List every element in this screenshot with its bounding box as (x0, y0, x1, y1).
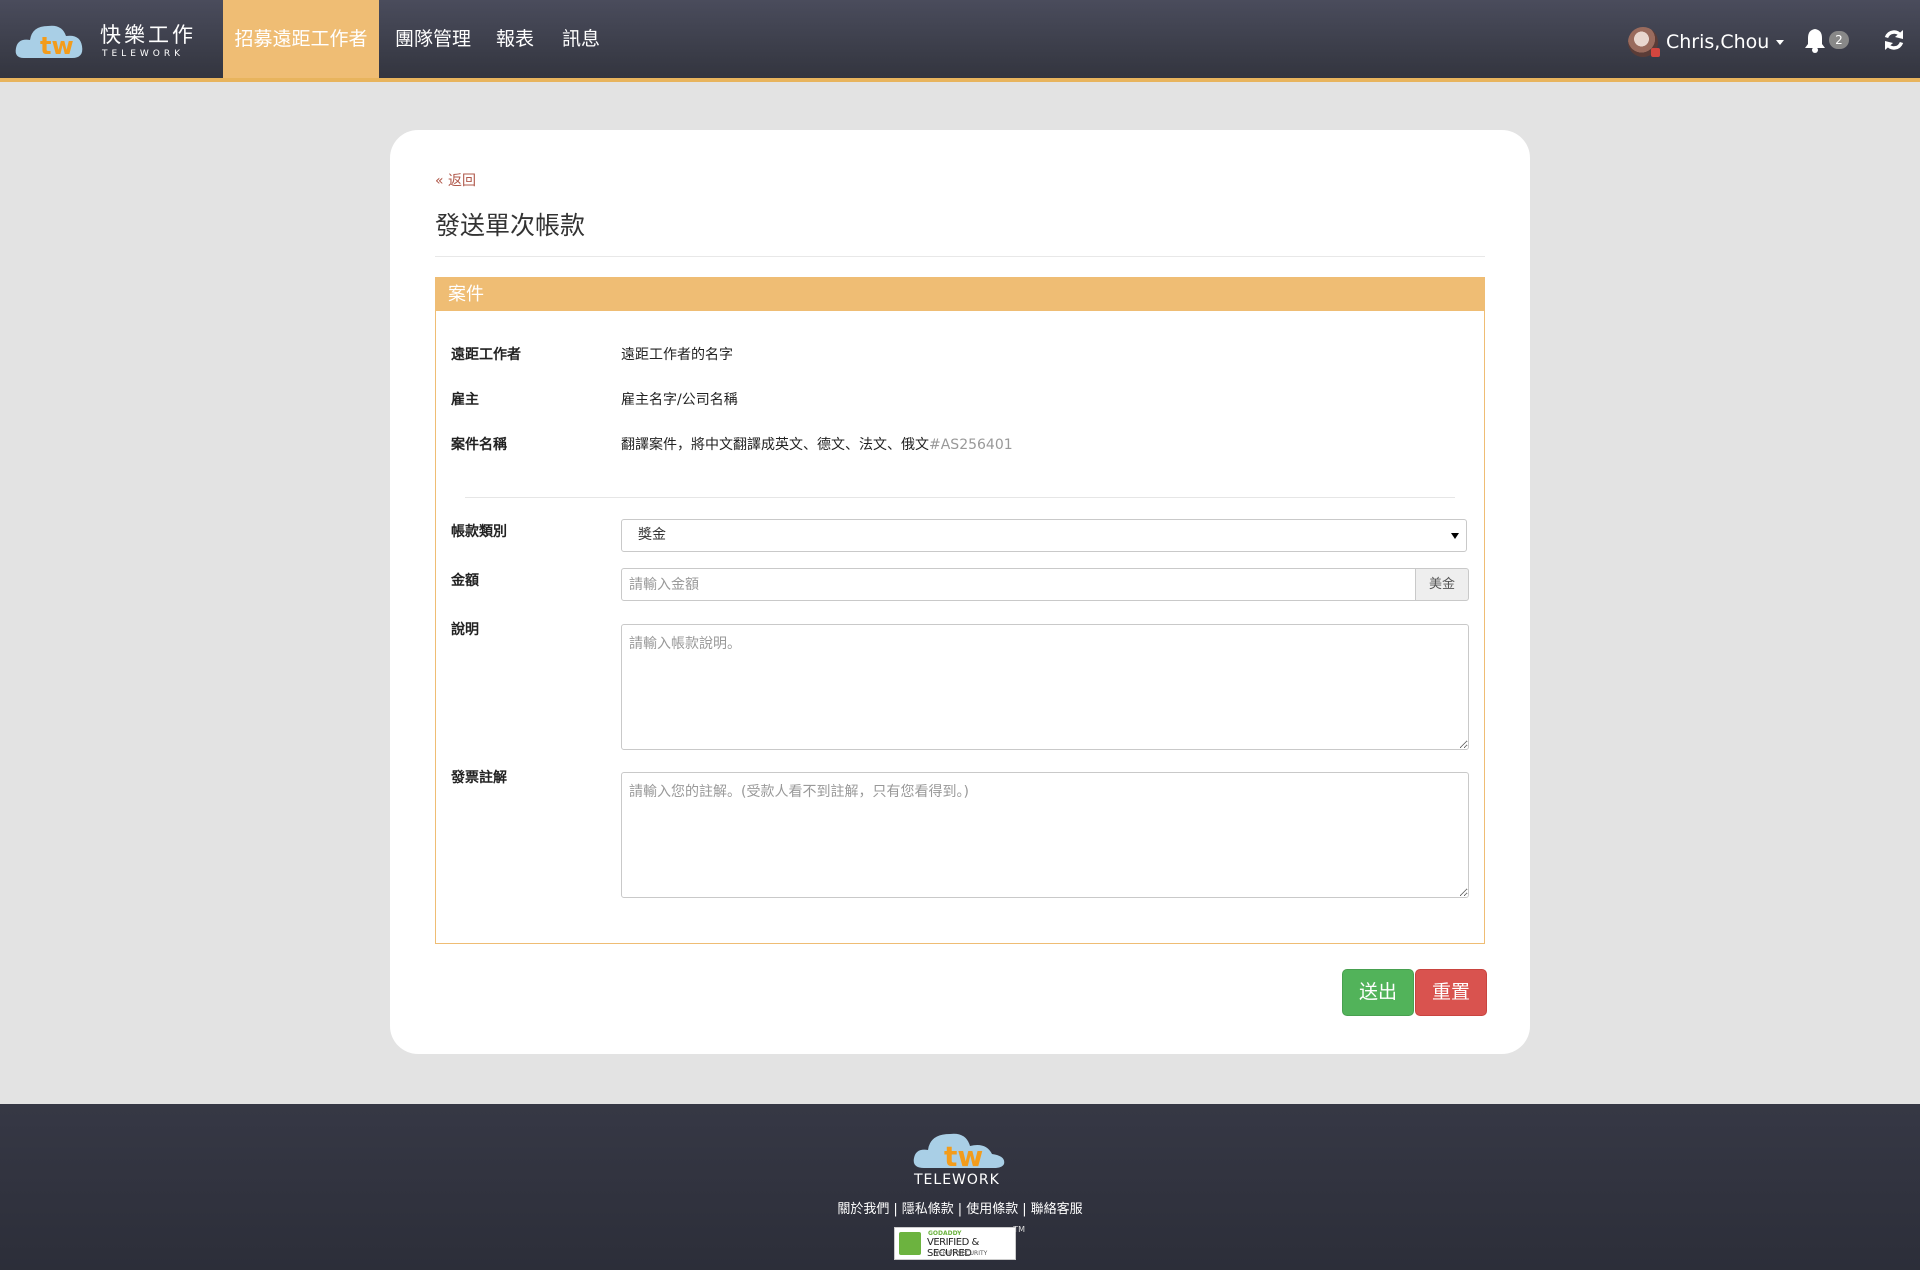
refresh-icon[interactable] (1882, 27, 1906, 53)
avatar (1628, 27, 1660, 57)
footer-link-about[interactable]: 關於我們 (837, 1202, 889, 1217)
nav-message-label: 訊息 (562, 28, 601, 50)
back-link[interactable]: « 返回 (435, 170, 476, 190)
seal-brand: GODADDY (928, 1230, 962, 1237)
worker-value: 遠距工作者的名字 (621, 347, 733, 363)
panel-title: 案件 (436, 278, 1484, 311)
caret-down-icon (1776, 39, 1785, 45)
nav-team-tab[interactable]: 團隊管理 (395, 0, 471, 78)
notifications-button[interactable]: 2 (1803, 27, 1849, 53)
panel-divider (465, 497, 1455, 498)
bell-icon (1805, 29, 1825, 53)
lock-icon (899, 1232, 921, 1255)
case-name-value: 翻譯案件，將中文翻譯成英文、德文、法文、俄文#AS256401 (621, 434, 1013, 454)
reset-button[interactable]: 重置 (1415, 969, 1487, 1016)
telework-logo[interactable]: tw 快樂工作 TELEWORK (14, 18, 204, 64)
description-textarea[interactable] (621, 624, 1469, 750)
nav-message-tab[interactable]: 訊息 (562, 0, 600, 78)
page-title: 發送單次帳款 (435, 211, 586, 240)
footer-links: 關於我們 | 隱私條款 | 使用條款 | 聯絡客服 (0, 1198, 1920, 1217)
title-divider (435, 256, 1485, 257)
submit-button[interactable]: 送出 (1342, 969, 1414, 1016)
worker-label: 遠距工作者 (451, 347, 521, 363)
footer-link-contact[interactable]: 聯絡客服 (1031, 1202, 1083, 1217)
currency-addon: 美金 (1415, 568, 1469, 601)
amount-label: 金額 (451, 573, 479, 589)
bill-type-label: 帳款類別 (451, 524, 507, 540)
case-ref-number: #AS256401 (929, 437, 1013, 453)
footer-logo: tw TELEWORK (913, 1133, 1005, 1188)
logo-brand-cn: 快樂工作 (100, 23, 196, 47)
nav-report-label: 報表 (496, 28, 535, 50)
invoice-note-label: 發票註解 (451, 770, 507, 786)
footer-sep: | (1022, 1202, 1027, 1217)
notification-count-badge: 2 (1829, 31, 1849, 49)
employer-label: 雇主 (451, 392, 479, 408)
footer-sep: | (893, 1202, 898, 1217)
invoice-note-textarea[interactable] (621, 772, 1469, 898)
nav-team-label: 團隊管理 (395, 28, 472, 50)
amount-input[interactable] (621, 568, 1416, 601)
nav-recruit-label: 招募遠距工作者 (234, 28, 368, 50)
security-seal[interactable]: GODADDY VERIFIED & SECURED VERIFY SECURI… (894, 1225, 1025, 1260)
description-label: 說明 (451, 622, 479, 638)
nav-report-tab[interactable]: 報表 (496, 0, 534, 78)
seal-subtext: VERIFY SECURITY (935, 1250, 988, 1257)
seal-tm: TM (1013, 1225, 1025, 1234)
footer-link-terms[interactable]: 使用條款 (966, 1202, 1018, 1217)
logo-mark: tw (40, 32, 74, 60)
user-menu[interactable]: Chris,Chou (1628, 26, 1785, 58)
select-arrow-icon (1451, 533, 1459, 539)
footer-logo-text: TELEWORK (913, 1172, 1000, 1188)
footer-link-privacy[interactable]: 隱私條款 (902, 1202, 954, 1217)
footer-logo-mark: tw (944, 1140, 983, 1173)
case-name-label: 案件名稱 (451, 437, 507, 453)
user-name: Chris,Chou (1666, 31, 1770, 53)
nav-recruit-tab[interactable]: 招募遠距工作者 (223, 0, 379, 78)
bill-type-select[interactable]: 獎金 (621, 519, 1467, 552)
logo-brand-en: TELEWORK (101, 49, 184, 59)
footer-sep: | (957, 1202, 963, 1217)
bill-type-value: 獎金 (638, 527, 666, 543)
case-name-text: 翻譯案件，將中文翻譯成英文、德文、法文、俄文 (621, 437, 929, 453)
employer-value: 雇主名字/公司名稱 (621, 392, 738, 408)
